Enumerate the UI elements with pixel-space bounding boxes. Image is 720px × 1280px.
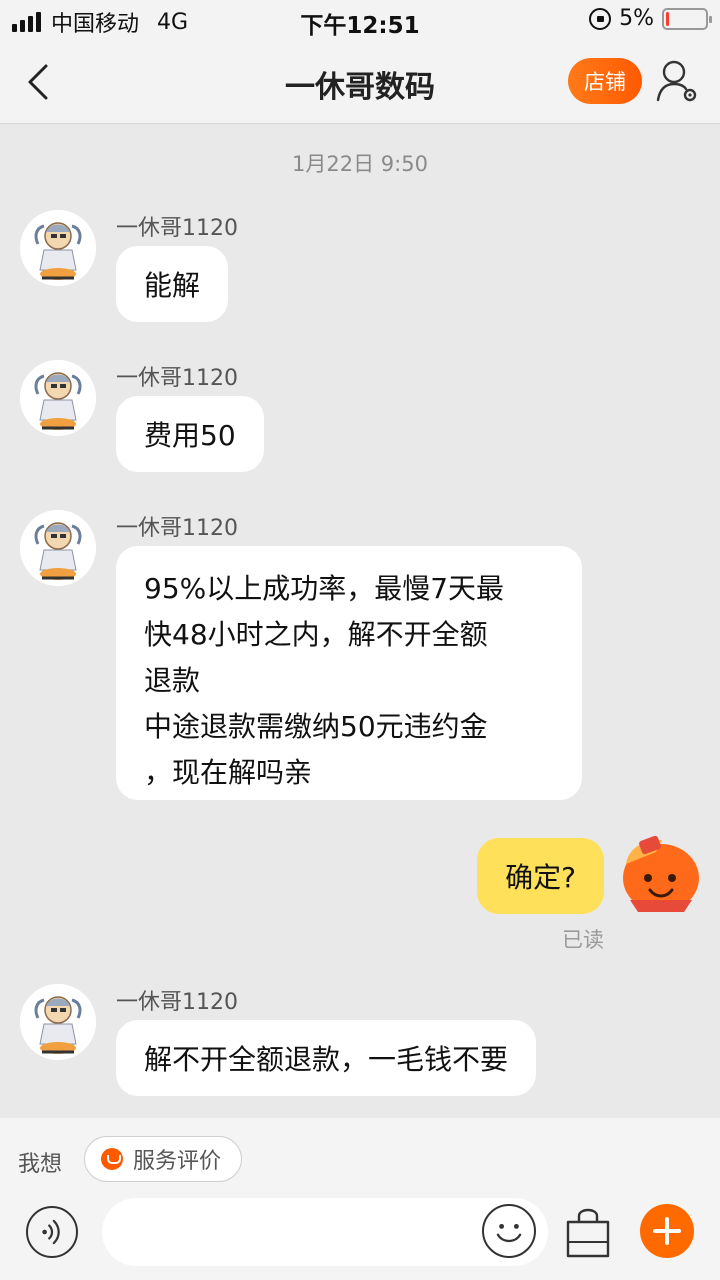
message-sender: 一休哥1120 <box>116 516 238 541</box>
chip-label: 服务评价 <box>133 1149 222 1174</box>
seller-avatar[interactable] <box>20 210 96 286</box>
rotation-lock-icon <box>589 7 612 30</box>
shopping-bag-icon[interactable] <box>562 1204 614 1260</box>
message-bubble[interactable]: 能解 <box>116 246 229 322</box>
message-bubble[interactable]: 费用50 <box>116 396 264 472</box>
message-bubble[interactable]: 95%以上成功率，最慢7天最 快48小时之内，解不开全额 退款 中途退款需缴纳5… <box>116 546 582 800</box>
seller-avatar[interactable] <box>20 360 96 436</box>
message-sender: 一休哥1120 <box>116 990 238 1015</box>
emoji-icon[interactable] <box>482 1204 536 1258</box>
read-status: 已读 <box>562 928 604 952</box>
my-avatar[interactable] <box>616 834 706 916</box>
quick-action-bar: 我想 服务评价 <box>0 1118 720 1198</box>
review-icon <box>101 1148 123 1170</box>
seller-avatar[interactable] <box>20 510 96 586</box>
status-right: 5% <box>589 6 712 31</box>
nav-bar: 一休哥数码 店铺 <box>0 40 720 124</box>
battery-percent: 5% <box>619 6 654 31</box>
avatar-cartoon-icon <box>20 984 96 1060</box>
my-message-bubble[interactable]: 确定? <box>477 838 604 914</box>
battery-level <box>666 11 669 26</box>
avatar-cartoon-icon <box>20 510 96 586</box>
voice-icon[interactable] <box>26 1206 78 1258</box>
avatar-cartoon-icon <box>20 210 96 286</box>
quick-label: 我想 <box>18 1152 63 1177</box>
user-settings-icon[interactable] <box>654 58 700 104</box>
message-sender: 一休哥1120 <box>116 366 238 391</box>
input-bar <box>0 1198 720 1280</box>
shop-button[interactable]: 店铺 <box>568 58 642 104</box>
message-bubble[interactable]: 解不开全额退款，一毛钱不要 <box>116 1020 537 1096</box>
seller-avatar[interactable] <box>20 984 96 1060</box>
plus-icon[interactable] <box>640 1204 694 1258</box>
avatar-cartoon-icon <box>20 360 96 436</box>
status-bar: 中国移动 4G 下午12:51 5% <box>0 0 720 40</box>
battery-icon <box>662 7 712 30</box>
message-sender: 一休哥1120 <box>116 216 238 241</box>
chat-timestamp: 1月22日 9:50 <box>292 152 428 176</box>
service-review-chip[interactable]: 服务评价 <box>84 1136 243 1182</box>
